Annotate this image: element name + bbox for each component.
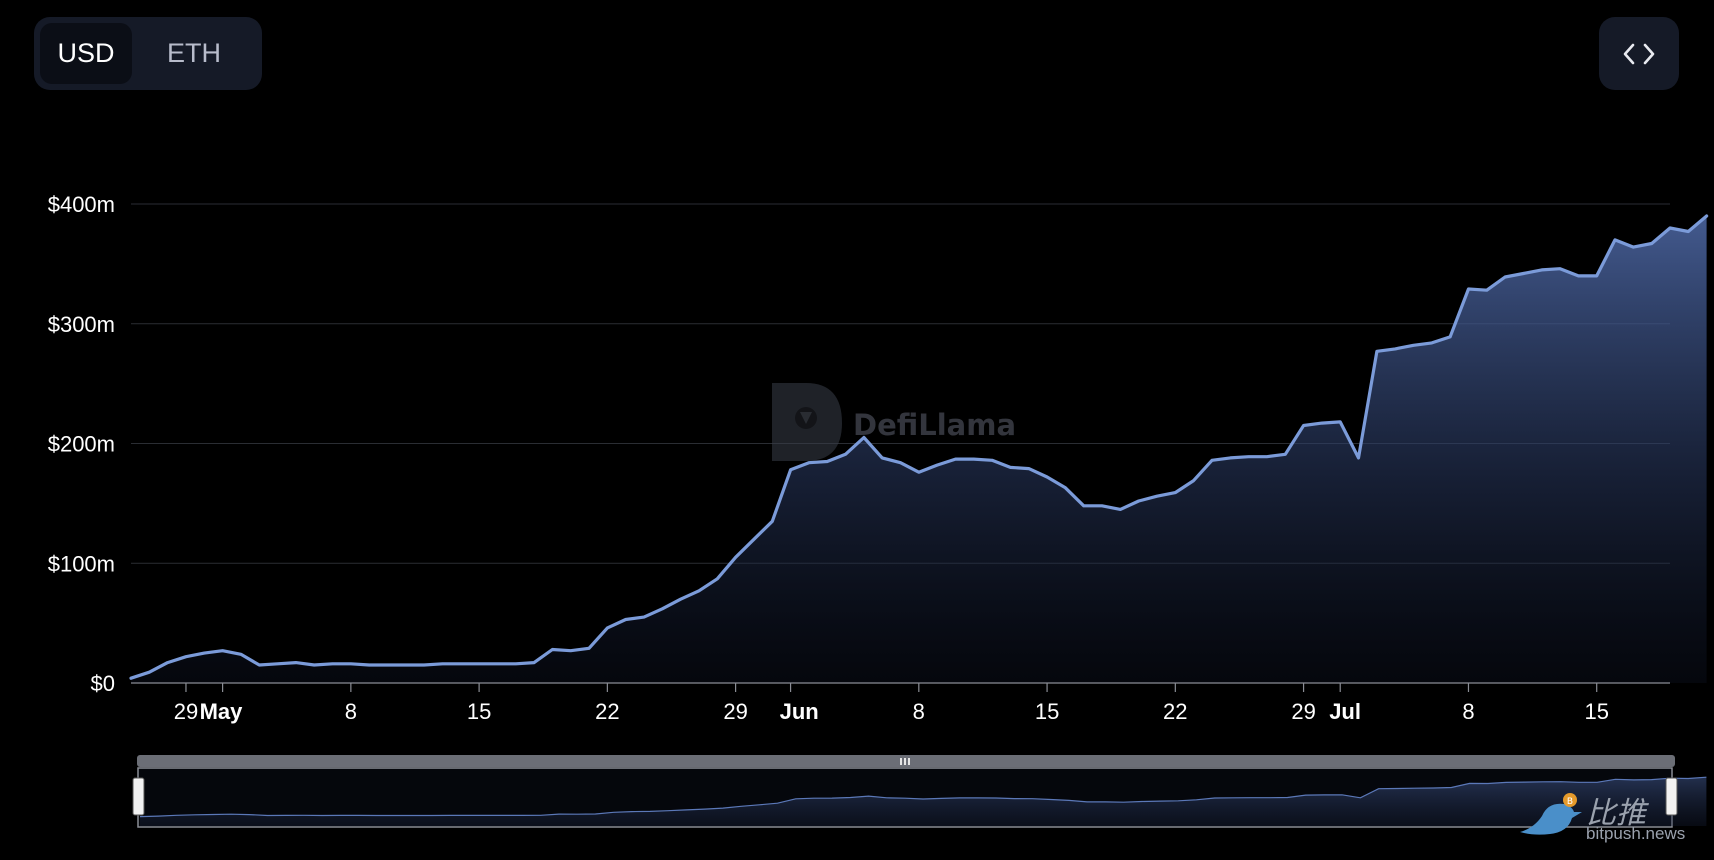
x-tick-label: 8 bbox=[345, 699, 357, 724]
x-tick-label: Jun bbox=[780, 699, 819, 724]
series-area-fill bbox=[131, 216, 1707, 683]
x-tick-label: 22 bbox=[1163, 699, 1187, 724]
y-tick-label: $300m bbox=[48, 312, 115, 337]
x-tick-label: May bbox=[200, 699, 244, 724]
y-tick-label: $100m bbox=[48, 551, 115, 576]
range-navigator[interactable] bbox=[132, 755, 1707, 828]
navigator-grip-icon bbox=[900, 758, 910, 765]
x-tick-label: Jul bbox=[1329, 699, 1361, 724]
x-tick-label: 15 bbox=[467, 699, 491, 724]
defillama-watermark: DefiLlama bbox=[772, 383, 1016, 461]
y-tick-label: $200m bbox=[48, 432, 115, 457]
defillama-watermark-text: DefiLlama bbox=[853, 408, 1016, 442]
bitpush-watermark: B 比推 bitpush.news bbox=[1514, 786, 1704, 846]
x-tick-label: 15 bbox=[1035, 699, 1059, 724]
navigator-left-handle[interactable] bbox=[132, 777, 145, 816]
x-tick-label: 15 bbox=[1584, 699, 1608, 724]
tvl-area-chart: $0$100m$200m$300m$400m DefiLlama 29 May 8 1… bbox=[48, 192, 1709, 828]
y-tick-label: $400m bbox=[48, 192, 115, 217]
svg-text:B: B bbox=[1567, 797, 1573, 807]
x-tick-label: 29 bbox=[723, 699, 747, 724]
x-tick-label: 29 bbox=[174, 699, 198, 724]
x-tick-label: 22 bbox=[595, 699, 619, 724]
x-tick-label: 29 bbox=[1291, 699, 1315, 724]
watermark-en-text: bitpush.news bbox=[1586, 824, 1686, 843]
y-tick-label: $0 bbox=[91, 671, 115, 696]
bird-logo-icon: B bbox=[1520, 793, 1582, 835]
x-tick-label: 8 bbox=[1462, 699, 1474, 724]
x-tick-label: 8 bbox=[913, 699, 925, 724]
